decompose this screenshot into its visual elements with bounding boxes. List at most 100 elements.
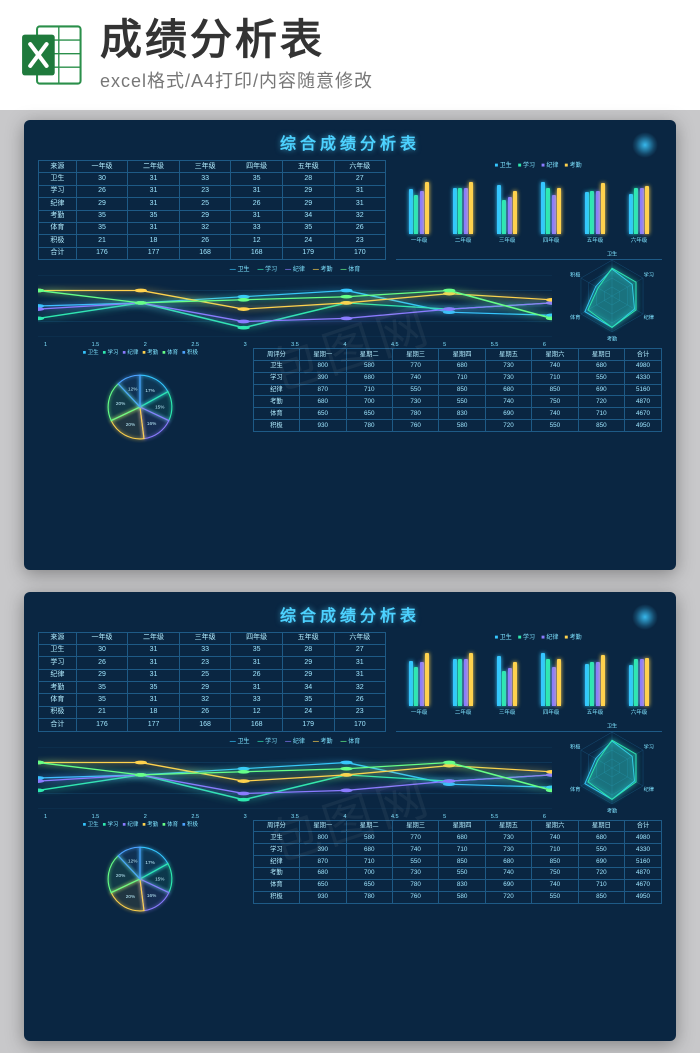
cell: 168 — [231, 719, 283, 731]
cell: 26 — [76, 657, 128, 669]
cell: 32 — [179, 694, 231, 706]
data-table: 周评分星期一星期二星期三星期四星期五星期六星期日合计卫生800580770680… — [253, 348, 662, 432]
cell: 750 — [532, 867, 578, 879]
x-tick: 4.5 — [391, 342, 399, 348]
bar-group: 一年级 — [400, 174, 438, 244]
panel-title: 综合成绩分析表 — [38, 602, 662, 626]
cell: 730 — [485, 832, 531, 844]
bar — [464, 659, 468, 706]
cell: 26 — [231, 198, 283, 210]
cell: 31 — [231, 657, 283, 669]
row-header: 积极 — [39, 235, 77, 247]
cell: 870 — [300, 856, 346, 868]
table-row: 体育353132333526 — [39, 222, 386, 234]
cell: 5160 — [625, 856, 662, 868]
bar — [601, 655, 605, 706]
bar — [601, 183, 605, 234]
bar — [453, 659, 457, 706]
data-table: 周评分星期一星期二星期三星期四星期五星期六星期日合计卫生800580770680… — [253, 820, 662, 904]
cell: 33 — [179, 173, 231, 185]
bar — [645, 186, 649, 234]
col-header: 三年级 — [179, 632, 231, 644]
col-header: 星期一 — [300, 349, 346, 361]
bar-category-label: 三年级 — [499, 236, 516, 244]
x-tick: 4 — [343, 342, 346, 348]
cell: 780 — [392, 408, 438, 420]
cell: 740 — [485, 867, 531, 879]
bar-group: 二年级 — [444, 646, 482, 716]
cell: 31 — [231, 185, 283, 197]
legend-item: 卫生 — [230, 267, 250, 273]
col-header: 星期六 — [532, 349, 578, 361]
radar-axis-label: 积极 — [570, 742, 580, 750]
cell: 580 — [346, 360, 392, 372]
cell: 29 — [179, 210, 231, 222]
cell: 4870 — [625, 396, 662, 408]
row-header: 纪律 — [39, 669, 77, 681]
col-header: 星期日 — [578, 349, 624, 361]
cell: 680 — [300, 396, 346, 408]
cell: 33 — [179, 644, 231, 656]
legend-item: 体育 — [341, 739, 361, 745]
x-tick: 1 — [44, 342, 47, 348]
radar-axis-label: 学习 — [644, 271, 654, 279]
table-row: 纪律293125262931 — [39, 198, 386, 210]
cell: 32 — [334, 682, 386, 694]
col-header: 五年级 — [282, 161, 334, 173]
row-header: 纪律 — [253, 856, 299, 868]
bar — [453, 188, 457, 235]
legend-item: 考勤 — [313, 267, 333, 273]
cell: 690 — [485, 879, 531, 891]
cell: 177 — [128, 719, 180, 731]
row-header: 卫生 — [39, 173, 77, 185]
pie-chart: 卫生学习纪律考勤体育积极17%15%16%20%20%12% — [38, 820, 243, 930]
excel-icon — [18, 21, 86, 89]
cell: 800 — [300, 832, 346, 844]
legend-item: 学习 — [103, 820, 119, 828]
cell: 680 — [578, 360, 624, 372]
cell: 35 — [76, 210, 128, 222]
radar-chart: 卫生学习纪律考勤体育积极 — [562, 718, 662, 818]
pie-svg: 17%15%16%20%20%12% — [95, 362, 185, 452]
x-tick: 6 — [543, 342, 546, 348]
table-row: 纪律8707105508506808506905160 — [253, 856, 661, 868]
table1-wrap: 来源一年级二年级三年级四年级五年级六年级卫生303133352827学习2631… — [38, 632, 386, 732]
bar-category-label: 一年级 — [411, 708, 428, 716]
cell: 179 — [282, 719, 334, 731]
cell: 550 — [392, 856, 438, 868]
cell: 35 — [76, 222, 128, 234]
cell: 740 — [532, 832, 578, 844]
col-header: 六年级 — [334, 632, 386, 644]
cell: 720 — [578, 867, 624, 879]
cell: 28 — [282, 173, 334, 185]
cell: 4670 — [625, 408, 662, 420]
radar-axis-label: 体育 — [570, 313, 580, 321]
cell: 930 — [300, 420, 346, 432]
page-subtitle: excel格式/A4打印/内容随意修改 — [100, 67, 680, 93]
bar — [497, 185, 501, 235]
radar-axis-label: 学习 — [644, 742, 654, 750]
row-header: 考勤 — [39, 682, 77, 694]
legend-item: 学习 — [103, 348, 119, 356]
col-header: 四年级 — [231, 632, 283, 644]
cell: 35 — [282, 222, 334, 234]
cell: 770 — [392, 832, 438, 844]
cell: 168 — [231, 247, 283, 259]
cell: 4980 — [625, 360, 662, 372]
row-header: 卫生 — [253, 832, 299, 844]
cell: 26 — [179, 235, 231, 247]
radar-axis-label: 卫生 — [607, 721, 617, 729]
cell: 710 — [532, 372, 578, 384]
cell: 550 — [578, 844, 624, 856]
cell: 700 — [346, 867, 392, 879]
col-header: 五年级 — [282, 632, 334, 644]
cell: 850 — [578, 891, 624, 903]
legend-item: 纪律 — [285, 739, 305, 745]
cell: 21 — [76, 235, 128, 247]
legend-item: 积极 — [182, 348, 198, 356]
row-header: 学习 — [39, 657, 77, 669]
legend-item: 卫生 — [494, 632, 511, 641]
table-row: 考勤6807007305507407507204870 — [253, 396, 661, 408]
cell: 730 — [392, 867, 438, 879]
radar-axis-label: 考勤 — [607, 806, 617, 814]
